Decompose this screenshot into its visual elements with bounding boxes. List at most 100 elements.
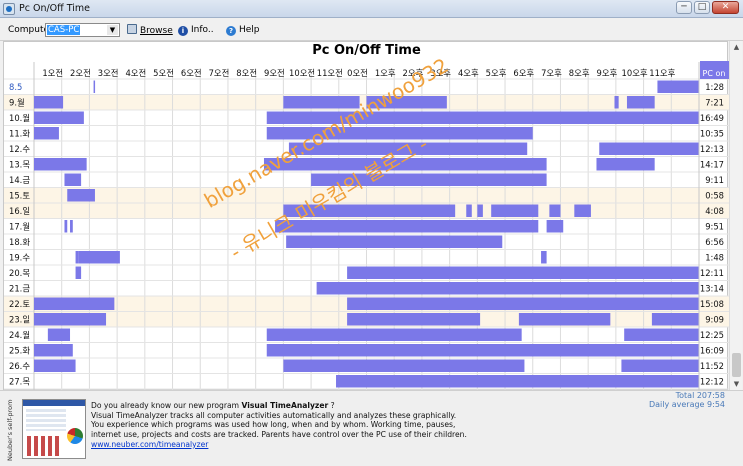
session-bar	[34, 96, 64, 109]
row-date-label: 21.금	[9, 284, 30, 294]
session-bar	[283, 204, 456, 217]
session-bar	[518, 313, 611, 326]
browse-button[interactable]: Browse	[127, 24, 173, 36]
total-value: 207:58	[696, 391, 725, 400]
row-total-label: 7:21	[705, 98, 724, 108]
row-date-label: 22.토	[9, 299, 30, 309]
row-date-label: 15.토	[9, 191, 30, 201]
session-bar	[34, 158, 87, 171]
pc-on-header: PC on	[703, 69, 726, 78]
daily-average-label: Daily average	[648, 400, 705, 409]
session-bar	[366, 96, 447, 109]
chevron-down-icon[interactable]: ▼	[107, 25, 118, 35]
session-bar	[541, 251, 547, 264]
browse-label: Browse	[140, 26, 173, 36]
window-title: Pc On/Off Time	[19, 3, 90, 14]
session-bar	[624, 328, 699, 341]
row-date-label: 20.목	[9, 268, 30, 278]
row-total-label: 12:13	[700, 144, 724, 154]
session-bar	[78, 251, 120, 264]
session-bar	[34, 359, 76, 372]
scroll-thumb[interactable]	[732, 353, 741, 377]
hour-label: 2오전	[70, 68, 91, 78]
session-bar	[546, 220, 564, 233]
session-bar	[621, 359, 699, 372]
hour-label: 6오후	[513, 68, 534, 78]
chart-title: Pc On/Off Time	[312, 43, 421, 58]
hour-label: 7오후	[541, 68, 562, 78]
row-total-label: 13:14	[700, 284, 724, 294]
hour-label: 7오전	[209, 68, 230, 78]
row-date-label: 8.5	[9, 82, 22, 92]
row-total-label: 1:28	[705, 82, 724, 92]
totals-summary: Total 207:58 Daily average 9:54	[649, 391, 725, 409]
session-bar	[266, 344, 699, 357]
session-bar	[266, 328, 522, 341]
session-bar	[34, 313, 107, 326]
promo-text: Do you already know our new program Visu…	[91, 401, 467, 449]
hour-label: 11오후	[649, 68, 675, 78]
hour-label: 5오후	[486, 68, 507, 78]
session-bar	[263, 158, 547, 171]
hour-label: 3오후	[430, 68, 451, 78]
session-bar	[549, 204, 561, 217]
session-bar	[477, 204, 483, 217]
scroll-up-icon[interactable]: ▲	[730, 41, 743, 53]
row-date-label: 23.일	[9, 315, 30, 325]
session-bar	[347, 266, 699, 279]
row-total-label: 11:52	[700, 361, 724, 371]
row-total-label: 6:56	[705, 237, 724, 247]
scroll-down-icon[interactable]: ▼	[730, 378, 743, 390]
promo-side-label: Neuber's self-promotion	[6, 399, 14, 461]
row-date-label: 10.월	[9, 113, 30, 123]
hour-label: 9오후	[597, 68, 618, 78]
folder-icon	[127, 24, 137, 34]
minimize-button[interactable]: ─	[676, 1, 692, 14]
promo-link[interactable]: www.neuber.com/timeanalyzer	[91, 440, 208, 449]
row-date-label: 13.목	[9, 160, 30, 170]
daily-average-value: 9:54	[707, 400, 725, 409]
onoff-chart: 1오전 2오전 3오전 4오전 5오전 6오전 7오전 8오전 9오전 10오전 11오전 0오전 1오…	[4, 61, 729, 391]
computer-select[interactable]: CAS-PC ▼	[45, 23, 120, 37]
session-bar	[614, 96, 619, 109]
hour-label: 1오후	[375, 68, 396, 78]
session-bar	[336, 375, 699, 388]
maximize-button[interactable]: □	[694, 1, 710, 14]
session-bar	[347, 297, 699, 310]
session-bar	[311, 173, 547, 186]
session-bar	[347, 313, 481, 326]
row-date-label: 26.수	[9, 361, 30, 371]
hour-label: 8오후	[569, 68, 590, 78]
row-total-label: 9:51	[705, 222, 724, 232]
help-icon: ?	[226, 26, 236, 36]
session-bar	[47, 328, 71, 341]
total-label: Total	[675, 391, 695, 400]
row-date-label: 14.금	[9, 175, 30, 185]
row-total-label: 9:09	[705, 315, 724, 325]
row-date-label: 9.월	[9, 98, 25, 108]
session-bar	[64, 220, 68, 233]
hour-label: 4오전	[125, 68, 146, 78]
hour-label: 11오전	[317, 68, 343, 78]
hour-label: 10오후	[622, 68, 648, 78]
row-total-label: 12:12	[700, 377, 724, 387]
session-bar	[288, 142, 528, 155]
hour-label: 6오전	[181, 68, 202, 78]
session-bar	[283, 359, 525, 372]
session-bar	[596, 158, 655, 171]
session-bar	[34, 111, 84, 124]
row-date-label: 24.월	[9, 330, 30, 340]
hour-label: 3오전	[98, 68, 119, 78]
session-bar	[67, 189, 95, 202]
help-button[interactable]: ? Help	[226, 24, 260, 36]
row-date-label: 25.화	[9, 346, 30, 356]
row-total-label: 1:48	[705, 253, 724, 263]
info-button[interactable]: i Info..	[178, 24, 214, 36]
row-date-label: 16.일	[9, 206, 30, 216]
session-bar	[34, 127, 59, 140]
close-button[interactable]: ✕	[712, 1, 739, 14]
session-bar	[70, 220, 73, 233]
row-date-label: 17.월	[9, 222, 30, 232]
vertical-scrollbar[interactable]: ▲ ▼	[729, 41, 742, 390]
promo-screenshot-thumbnail[interactable]	[22, 399, 86, 459]
